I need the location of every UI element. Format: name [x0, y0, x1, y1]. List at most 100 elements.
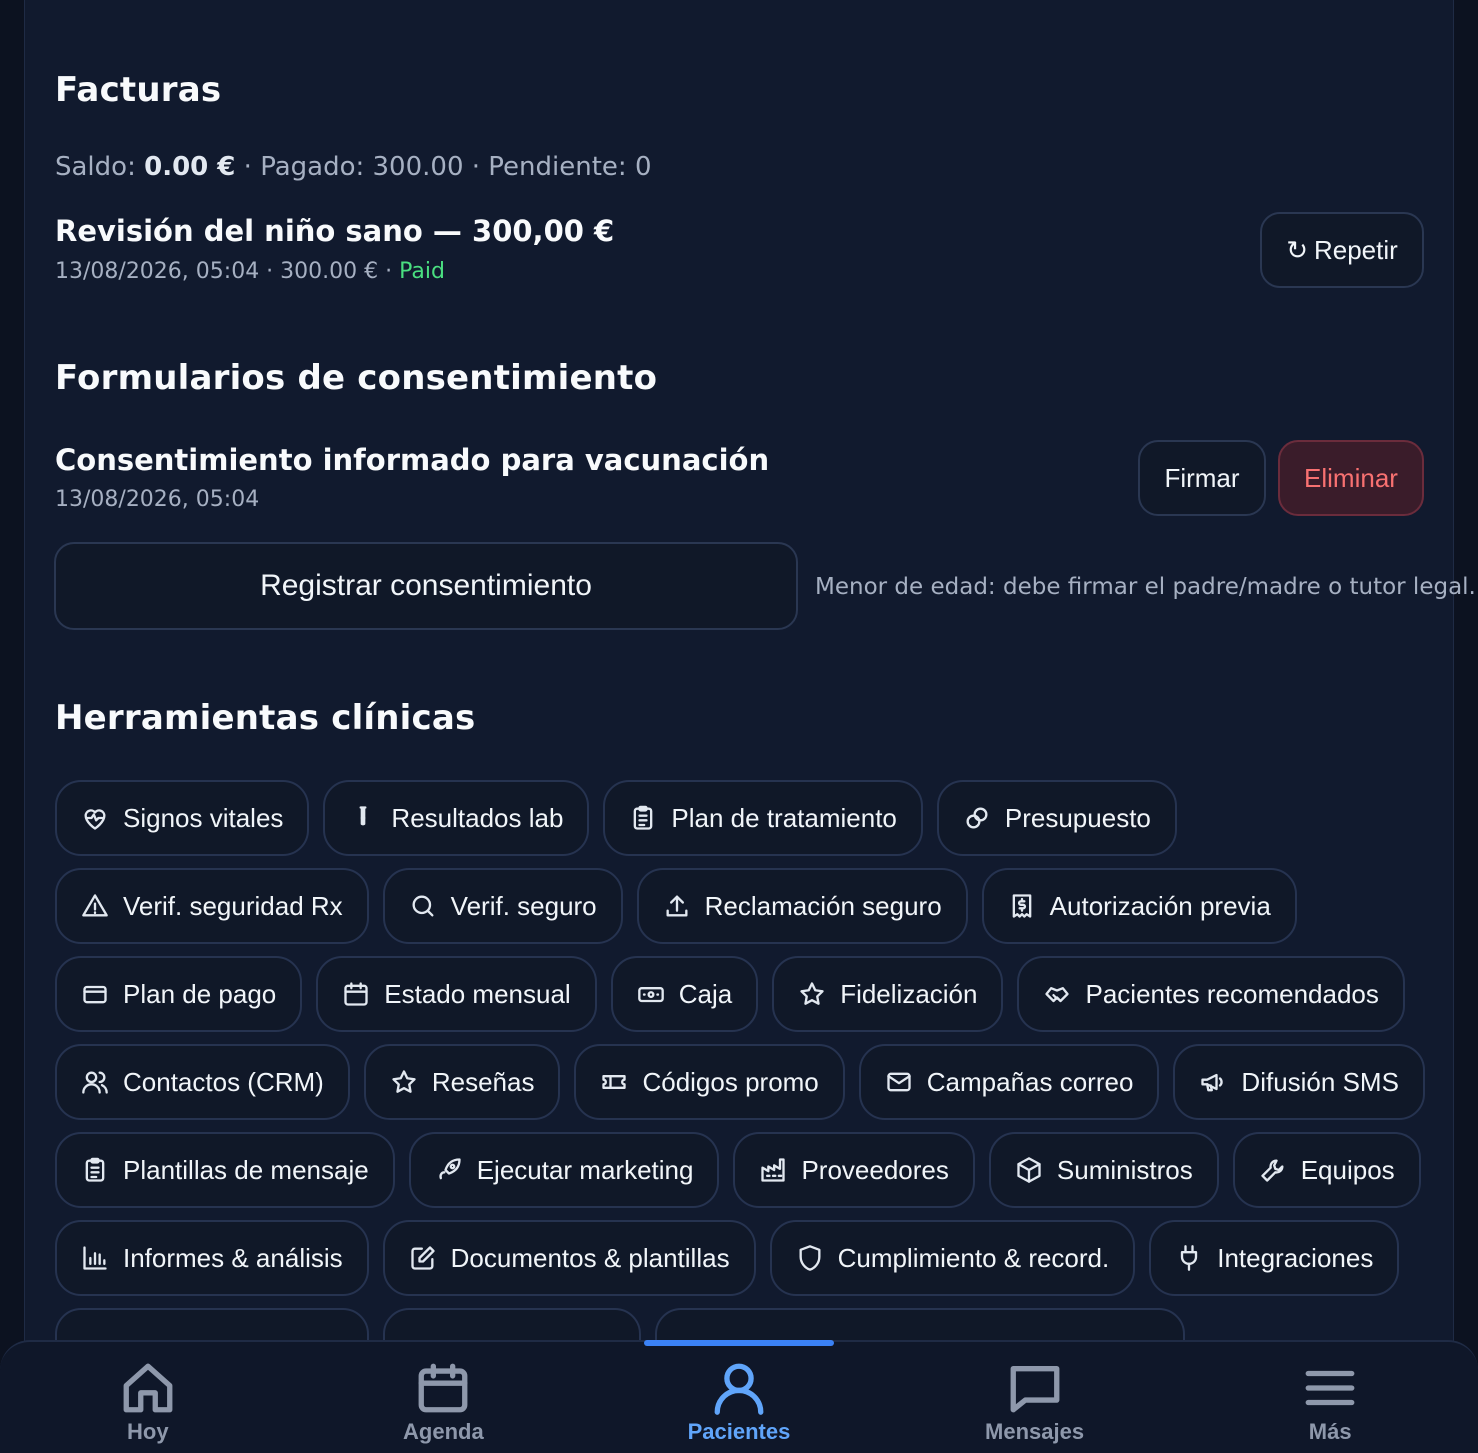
tool-chip-label: Cumplimiento & record. [837, 1242, 1110, 1273]
tool-chip-label: Proveedores [801, 1154, 949, 1185]
clipboard-list-icon [634, 805, 653, 830]
receipt-icon [1012, 894, 1032, 918]
tool-chip[interactable]: Suministros [988, 1132, 1219, 1208]
consent-heading: Formularios de consentimiento [55, 358, 658, 398]
calendar-icon [418, 1363, 468, 1413]
tool-chip[interactable]: Reclamación seguro [636, 868, 968, 944]
tool-chip[interactable]: Equipos [1232, 1132, 1421, 1208]
tool-chip-label: Integraciones [1217, 1242, 1374, 1273]
tool-chip-label: Signos vitales [123, 802, 284, 833]
sign-button[interactable]: Firmar [1138, 440, 1266, 516]
tool-chip-label: Reseñas [431, 1066, 535, 1097]
user-icon [714, 1363, 764, 1415]
nav-item-more[interactable]: Más [1182, 1342, 1478, 1453]
register-consent-button[interactable]: Registrar consentimiento [54, 542, 798, 630]
plug-icon [1181, 1245, 1198, 1271]
invoice-item-title: Revisión del niño sano — 300,00 € [55, 214, 615, 248]
tool-chip-label: Plan de pago [123, 978, 277, 1009]
bottom-navigation: Hoy Agenda Pacientes Mensajes Más [0, 1340, 1478, 1453]
heart-pulse-icon [84, 809, 106, 830]
star-icon [800, 982, 824, 1005]
nav-item-messages[interactable]: Mensajes [887, 1342, 1183, 1453]
tool-chip[interactable]: Presupuesto [936, 780, 1177, 856]
tool-chip[interactable]: Cumplimiento & record. [769, 1220, 1136, 1296]
tool-chip-label: Caja [678, 978, 733, 1009]
upload-icon [666, 895, 688, 917]
test-tube-icon [359, 806, 367, 826]
coins-icon [966, 807, 988, 829]
tool-chip[interactable]: Integraciones [1149, 1220, 1400, 1296]
tool-chip[interactable]: Plan de tratamiento [603, 780, 923, 856]
repeat-button[interactable]: ↻ Repetir [1260, 212, 1424, 288]
nav-item-today[interactable]: Hoy [0, 1342, 296, 1453]
tool-chip[interactable]: Campañas correo [858, 1044, 1160, 1120]
tool-chip-label: Suministros [1056, 1154, 1193, 1185]
edit-icon [410, 1246, 435, 1270]
tool-chip[interactable]: Plantillas de mensaje [55, 1132, 395, 1208]
tool-chip[interactable]: Autorización previa [981, 868, 1297, 944]
tool-chip-label: Informes & análisis [123, 1242, 343, 1273]
shield-icon [799, 1245, 821, 1271]
wrench-icon [1261, 1159, 1284, 1182]
delete-button[interactable]: Eliminar [1278, 440, 1424, 516]
status-badge: Paid [399, 259, 445, 284]
tool-chip[interactable]: Plan de pago [55, 956, 303, 1032]
tools-row: Verif. seguridad Rx Verif. seguro Reclamac… [55, 868, 1297, 944]
tool-chip[interactable]: Caja [610, 956, 759, 1032]
tool-chip-label: Plantillas de mensaje [123, 1154, 369, 1185]
tool-chip[interactable]: Contactos (CRM) [55, 1044, 350, 1120]
tool-chip-label: Contactos (CRM) [123, 1066, 324, 1097]
home-icon [123, 1363, 173, 1413]
paid-amount: · Pagado: 300.00 [243, 152, 464, 182]
tool-chip-label: Códigos promo [642, 1066, 819, 1097]
tool-chip-label: Presupuesto [1004, 802, 1151, 833]
search-icon [412, 895, 434, 917]
active-indicator [643, 1340, 834, 1346]
tool-chip-label: Autorización previa [1049, 890, 1271, 921]
nav-label: Más [1308, 1419, 1352, 1444]
tool-chip-label: Ejecutar marketing [476, 1154, 694, 1185]
tool-chip[interactable]: Verif. seguro [382, 868, 623, 944]
tool-chip[interactable]: Documentos & plantillas [382, 1220, 756, 1296]
tool-chip-label: Equipos [1300, 1154, 1395, 1185]
clipboard-list-icon [85, 1157, 105, 1182]
tool-chip[interactable]: Informes & análisis [55, 1220, 369, 1296]
tool-chip[interactable]: Proveedores [733, 1132, 975, 1208]
factory-icon [761, 1158, 786, 1182]
warning-triangle-icon [82, 894, 108, 917]
nav-item-patients[interactable]: Pacientes [591, 1340, 887, 1453]
tool-chip[interactable]: Reseñas [363, 1044, 561, 1120]
tool-chip-label: Resultados lab [391, 802, 564, 833]
credit-card-icon [83, 985, 107, 1004]
mail-icon [887, 1072, 911, 1092]
invoice-summary: Saldo: 0.00 € · Pagado: 300.00 · Pendien… [55, 152, 651, 182]
tool-chip-label: Verif. seguro [450, 890, 597, 921]
tool-chip-label: Documentos & plantillas [450, 1242, 730, 1273]
tool-chip[interactable]: Códigos promo [574, 1044, 845, 1120]
tool-chip[interactable]: Verif. seguridad Rx [55, 868, 369, 944]
bar-chart-icon [83, 1246, 107, 1270]
consent-item-title: Consentimiento informado para vacunación [55, 443, 770, 477]
tool-chip-label: Reclamación seguro [704, 890, 942, 921]
nav-label: Hoy [127, 1419, 169, 1444]
repeat-label: Repetir [1313, 234, 1398, 265]
tool-chip[interactable]: Ejecutar marketing [408, 1132, 720, 1208]
message-icon [1010, 1366, 1059, 1413]
nav-label: Agenda [403, 1419, 484, 1444]
tool-chip[interactable]: Fidelización [772, 956, 1004, 1032]
tool-chip-label: Difusión SMS [1241, 1066, 1399, 1097]
megaphone-icon [1201, 1073, 1224, 1092]
tool-chip[interactable]: Difusión SMS [1173, 1044, 1425, 1120]
invoices-heading: Facturas [55, 70, 222, 110]
invoice-item-meta: 13/08/2026, 05:04 · 300.00 € · Paid [55, 259, 445, 284]
tool-chip[interactable]: Estado mensual [316, 956, 597, 1032]
tool-chip[interactable]: Pacientes recomendados [1017, 956, 1405, 1032]
tools-row: Contactos (CRM) Reseñas Códigos promo Campa… [55, 1044, 1425, 1120]
tool-chip[interactable]: Resultados lab [323, 780, 590, 856]
tool-chip[interactable]: Signos vitales [55, 780, 310, 856]
tools-row: Plan de pago Estado mensual Caja Fidelizaci… [55, 956, 1405, 1032]
nav-label: Mensajes [985, 1419, 1085, 1444]
calendar-icon [344, 982, 368, 1006]
nav-item-agenda[interactable]: Agenda [296, 1342, 592, 1453]
ticket-icon [602, 1075, 627, 1089]
